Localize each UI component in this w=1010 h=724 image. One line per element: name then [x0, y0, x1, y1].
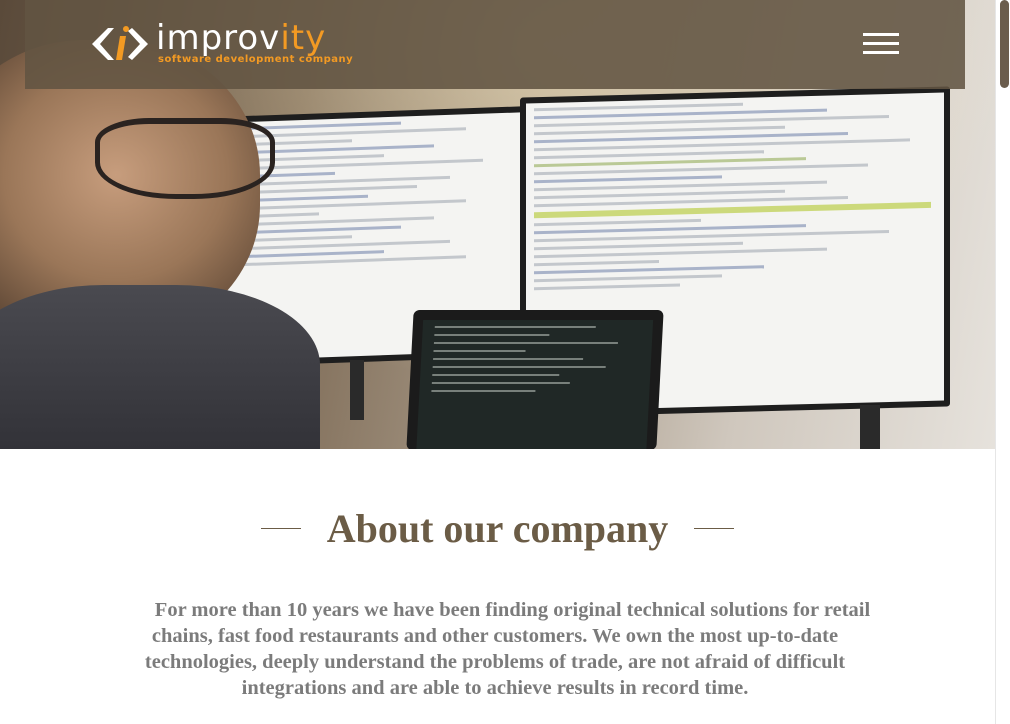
about-heading-row: About our company: [0, 505, 995, 555]
hamburger-line: [863, 42, 899, 45]
developer-body: [0, 285, 320, 449]
title-rule-left: [260, 528, 301, 529]
logo-tagline: software development company: [158, 54, 354, 65]
monitor-stand: [860, 405, 880, 449]
about-text: For more than 10 years we have been find…: [144, 599, 871, 699]
about-title: About our company: [326, 506, 669, 551]
logo-name-accent: ity: [280, 18, 327, 58]
laptop: [406, 310, 664, 449]
laptop-screen: [416, 320, 654, 449]
hamburger-menu-icon[interactable]: [863, 33, 899, 55]
hamburger-line: [863, 33, 899, 36]
header-bar: improvity software development company: [25, 0, 965, 89]
logo[interactable]: improvity software development company: [90, 18, 360, 70]
hamburger-line: [863, 51, 899, 54]
developer-glasses: [95, 118, 275, 199]
logo-name-main: improv: [156, 18, 281, 58]
scrollbar-thumb[interactable]: [1000, 0, 1009, 88]
logo-mark-icon: [92, 26, 148, 60]
logo-wordmark: improvity: [156, 18, 326, 58]
scrollbar-track[interactable]: [995, 0, 1010, 724]
title-rule-right: [694, 528, 735, 529]
monitor-stand-left: [350, 360, 364, 420]
